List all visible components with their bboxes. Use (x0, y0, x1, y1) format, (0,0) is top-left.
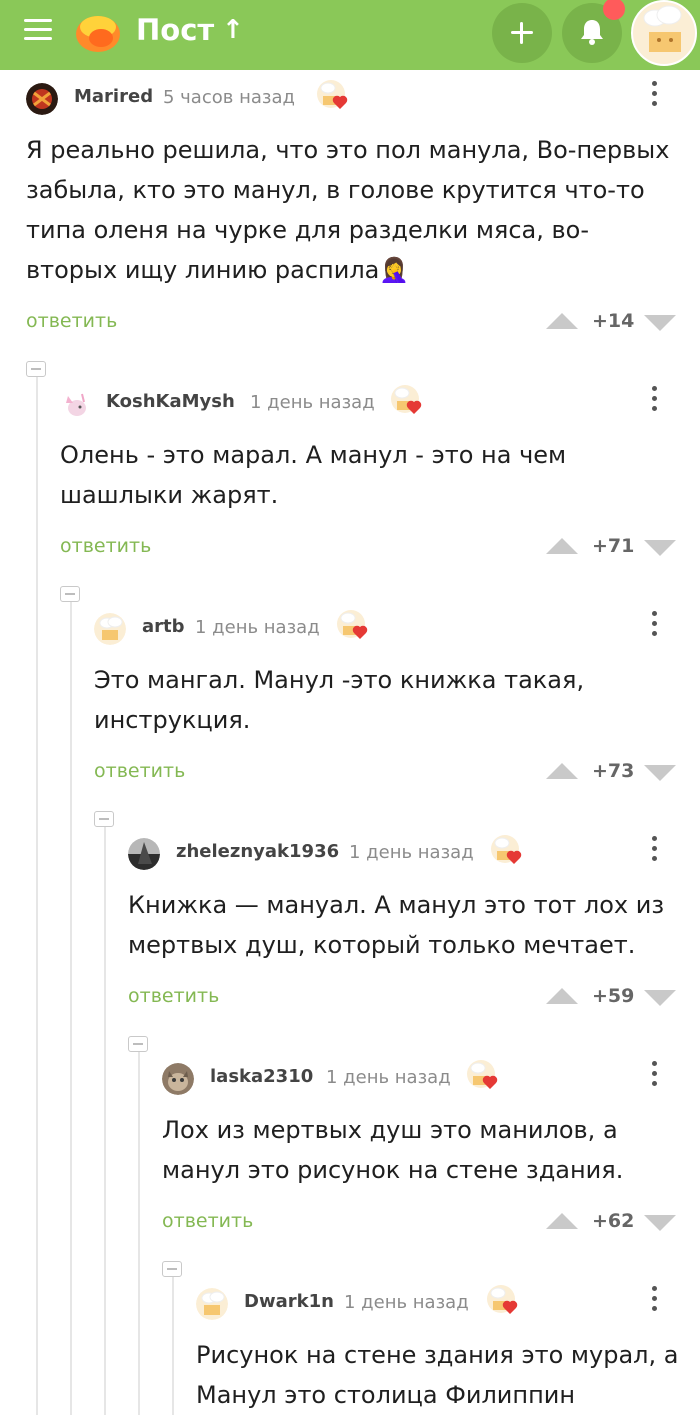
comment-time[interactable]: 1 день назад (326, 1067, 451, 1088)
avatar[interactable] (94, 613, 126, 645)
more-options-icon[interactable] (652, 836, 658, 866)
comment: laska2310 1 день назад Лох из мертвых ду… (162, 1060, 686, 1243)
comment: Marired 5 часов назад Я реально решила, … (26, 80, 686, 343)
comment-rating: +59 (592, 985, 635, 1007)
comment-text: Рисунок на стене здания это мурал, а Ман… (196, 1341, 679, 1409)
avatar[interactable] (162, 1063, 194, 1095)
comment-username[interactable]: artb (142, 616, 185, 637)
heart-award-icon (391, 385, 422, 414)
heart-award-icon (487, 1285, 518, 1314)
upvote-icon[interactable] (546, 538, 578, 554)
reply-link[interactable]: ответить (60, 535, 151, 557)
reply-link[interactable]: ответить (162, 1210, 253, 1232)
scroll-up-icon[interactable]: ↑ (222, 15, 244, 45)
avatar[interactable] (26, 83, 58, 115)
collapse-thread-button[interactable] (162, 1261, 182, 1277)
comment-text: Это мангал. Манул -это книжка такая, инс… (94, 666, 585, 734)
more-options-icon[interactable] (652, 386, 658, 416)
comment-rating: +73 (592, 760, 635, 782)
comment: KoshKaMysh 1 день назад Олень - это мара… (60, 385, 686, 568)
user-avatar[interactable] (631, 0, 697, 66)
comment-username[interactable]: Dwark1n (244, 1291, 334, 1312)
reply-link[interactable]: ответить (94, 760, 185, 782)
comment: zheleznyak1936 1 день назад Книжка — ман… (128, 835, 686, 1018)
comment-time[interactable]: 1 день назад (349, 842, 474, 863)
comment-time[interactable]: 1 день назад (344, 1292, 469, 1313)
comment-username[interactable]: KoshKaMysh (106, 391, 235, 412)
add-post-button[interactable] (492, 3, 552, 63)
comment-username[interactable]: zheleznyak1936 (176, 841, 339, 862)
upvote-icon[interactable] (546, 1213, 578, 1229)
heart-award-icon (467, 1060, 498, 1089)
collapse-thread-button[interactable] (94, 811, 114, 827)
downvote-icon[interactable] (644, 540, 676, 556)
top-bar: Пост ↑ (0, 0, 700, 70)
menu-icon[interactable] (24, 19, 52, 41)
upvote-icon[interactable] (546, 988, 578, 1004)
bell-icon (581, 20, 603, 45)
avatar[interactable] (196, 1288, 228, 1320)
comment-rating: +14 (592, 310, 635, 332)
comment-text: Лох из мертвых душ это манилов, а манул … (162, 1116, 624, 1184)
downvote-icon[interactable] (644, 1215, 676, 1231)
comment-rating: +71 (592, 535, 635, 557)
comment-username[interactable]: laska2310 (210, 1066, 313, 1087)
comment: Dwark1n 1 день назад Рисунок на стене зд… (196, 1285, 686, 1415)
comment-rating: +62 (592, 1210, 635, 1232)
comment-text: Олень - это марал. А манул - это на чем … (60, 441, 567, 509)
collapse-thread-button[interactable] (128, 1036, 148, 1052)
page-title: Пост (136, 13, 215, 47)
thread-line (138, 1050, 140, 1415)
more-options-icon[interactable] (652, 611, 658, 641)
logo-icon[interactable] (74, 10, 122, 54)
notification-dot (603, 0, 625, 20)
more-options-icon[interactable] (652, 1286, 658, 1316)
thread-line (70, 600, 72, 1415)
thread-line (104, 825, 106, 1415)
heart-award-icon (317, 80, 348, 109)
avatar[interactable] (60, 388, 92, 420)
comment-time[interactable]: 5 часов назад (163, 87, 295, 108)
heart-award-icon (491, 835, 522, 864)
reply-link[interactable]: ответить (128, 985, 219, 1007)
more-options-icon[interactable] (652, 81, 658, 111)
heart-award-icon (337, 610, 368, 639)
upvote-icon[interactable] (546, 763, 578, 779)
thread-line (36, 375, 38, 1415)
comment: artb 1 день назад Это мангал. Манул -это… (94, 610, 686, 793)
downvote-icon[interactable] (644, 315, 676, 331)
upvote-icon[interactable] (546, 313, 578, 329)
downvote-icon[interactable] (644, 765, 676, 781)
reply-link[interactable]: ответить (26, 310, 117, 332)
comment-time[interactable]: 1 день назад (250, 392, 375, 413)
collapse-thread-button[interactable] (60, 586, 80, 602)
more-options-icon[interactable] (652, 1061, 658, 1091)
avatar[interactable] (128, 838, 160, 870)
comment-text: Я реально решила, что это пол манула, Во… (26, 136, 670, 284)
comment-time[interactable]: 1 день назад (195, 617, 320, 638)
thread-line (172, 1275, 174, 1415)
collapse-thread-button[interactable] (26, 361, 46, 377)
downvote-icon[interactable] (644, 990, 676, 1006)
comment-username[interactable]: Marired (74, 86, 153, 107)
comment-text: Книжка — мануал. А манул это тот лох из … (128, 891, 665, 959)
